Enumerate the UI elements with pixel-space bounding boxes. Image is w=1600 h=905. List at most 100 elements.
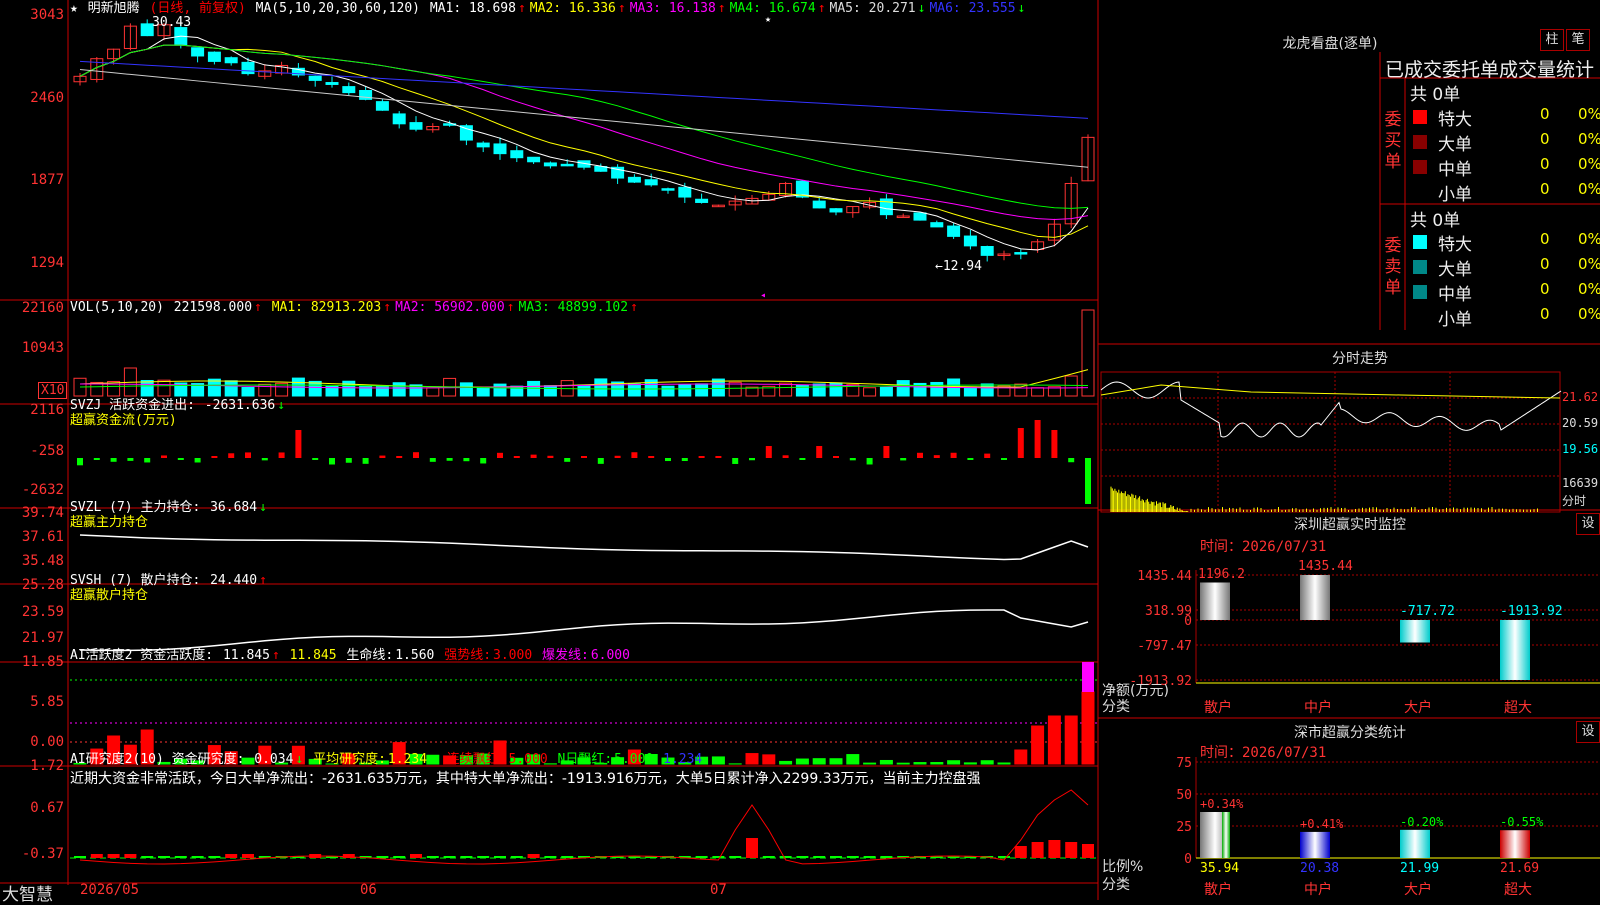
svzj-bar [883,446,889,458]
svzl-header: SVZL (7) 主力持仓: 36.684↓ [70,500,269,516]
sell-row-label-3: 中单 [1438,280,1472,304]
ai2-bar [242,854,254,858]
sell-row-label-4: 小单 [1438,305,1472,329]
vol-bar [208,379,220,396]
buy-row-label-4: 小单 [1438,180,1472,204]
monitor-bar-label-4: -1913.92 [1500,604,1563,619]
low-label: ←12.94 [935,259,982,274]
svzj-bar [867,458,873,464]
ai2-bar [410,854,422,858]
svzj-bar [934,455,940,458]
buy-row-count-3: 0 [1540,155,1550,179]
svzj-bar [783,455,789,458]
svzj-bar [581,456,587,458]
stats-bar-中户 [1300,832,1330,858]
ai2-bar [192,856,204,858]
candle-body [343,87,355,93]
ai2-nred-label: N日飘红: [558,752,613,767]
ma10-line [80,45,1088,237]
ai1-bar [981,761,993,764]
ai2-bar [696,856,708,858]
ai1-life: 1.560 [395,648,434,663]
ai2-bar [1015,846,1027,858]
ai1-burst-bar [1082,662,1094,692]
ai2-bar [208,856,220,858]
vol-ma-item-1: MA1: 82913.203 [272,300,382,315]
ma-arrow-1: ↑ [518,1,526,16]
svzj-bar [1018,428,1024,458]
svzj-bar [799,458,805,460]
ai2-bar [830,856,842,858]
ai2-bar [763,856,775,858]
ai2-bar [108,854,120,858]
svzj-bar [1001,458,1007,460]
stats-axis-label-1: 比例% [1102,856,1143,876]
svzj-bar [547,456,553,458]
svzj-bar [396,456,402,458]
favorite-star-icon[interactable]: ★ [70,1,78,16]
buy-total: 共 0单 [1410,80,1460,104]
monitor-time-value: 2026/07/31 [1242,539,1326,555]
stats-y-label-1: 75 [1176,756,1192,771]
ai2-header: AI研究度2(10) 资金研究度: 0.034↓ 平均研究度:1.234↓ 连续… [70,752,704,768]
ma-arrow-4: ↑ [818,1,826,16]
svzj-bar [598,458,604,464]
svzj-bar [497,453,503,458]
sell-row-count-2: 0 [1540,255,1550,279]
stats-axis-label-2: 分类 [1102,874,1130,894]
svzj-bar [178,458,184,460]
zhu-button[interactable]: 柱 [1540,29,1564,51]
vol-bar [158,380,170,396]
svzj-bar [144,458,150,462]
svzj-bar [245,452,251,458]
main-y-label-3: 1877 [30,172,64,188]
svzj-bar [77,458,83,465]
monitor-set-button[interactable]: 设 [1576,513,1600,535]
svzj-bar [699,456,705,458]
vol-header: VOL(5,10,20) 221598.000↑ MA1: 82913.203↑… [70,300,644,316]
stats-value-label-1: 35.94 [1200,861,1239,876]
svzj-bar [279,452,285,458]
ai1-strong: 3.000 [493,648,532,663]
svzj-bar [127,458,133,461]
ai1-life-label: 生命线: [346,648,393,663]
monitor-time: 时间：2026/07/31 [1200,536,1326,556]
longhu-title: 龙虎看盘(逐单) [1270,33,1390,53]
svzj-bar [951,453,957,458]
ai1-bar [763,755,775,764]
vol-bar [343,381,355,396]
candle-body [696,199,708,202]
vol-ma-arrow-2: ↑ [507,300,515,315]
vol-bar [897,381,909,396]
monitor-y-label-1: 1435.44 [1137,569,1192,584]
bi-button[interactable]: 笔 [1566,29,1590,51]
monitor-cat-2: 中户 [1304,699,1332,716]
ma5-line [80,36,1088,250]
ai2-line [80,790,1088,864]
svzj-bar [463,458,469,461]
ai2-bar [393,856,405,858]
ai2-bar [74,856,86,858]
svzj-bar [480,458,486,463]
ai2-bar [780,856,792,858]
ai2-bar [460,856,472,858]
sell-row-count-1: 0 [1540,230,1550,254]
stats-bar-edge [1222,812,1230,858]
monitor-title: 深圳超赢实时监控 [1260,514,1440,534]
sell-row-pct-1: 0% [1578,230,1600,254]
ai1-bar [1065,716,1077,764]
buy-row-count-4: 0 [1540,180,1550,204]
date-label-1: 2026/05 [80,882,139,898]
svzj-bar [564,458,570,462]
stats-set-button[interactable]: 设 [1576,721,1600,743]
svzj-bar [833,456,839,458]
svzj-bar [363,458,369,464]
candle-body [561,164,573,166]
svzj-bar [900,458,906,460]
buy-swatch-1 [1413,110,1427,124]
svzj-bar [94,458,100,460]
ai1-strong-label: 强势线: [444,648,491,663]
stats-cat-4: 超大 [1504,882,1532,898]
stats-cat-2: 中户 [1304,881,1332,898]
stock-name[interactable]: 明新旭腾 [88,1,140,16]
